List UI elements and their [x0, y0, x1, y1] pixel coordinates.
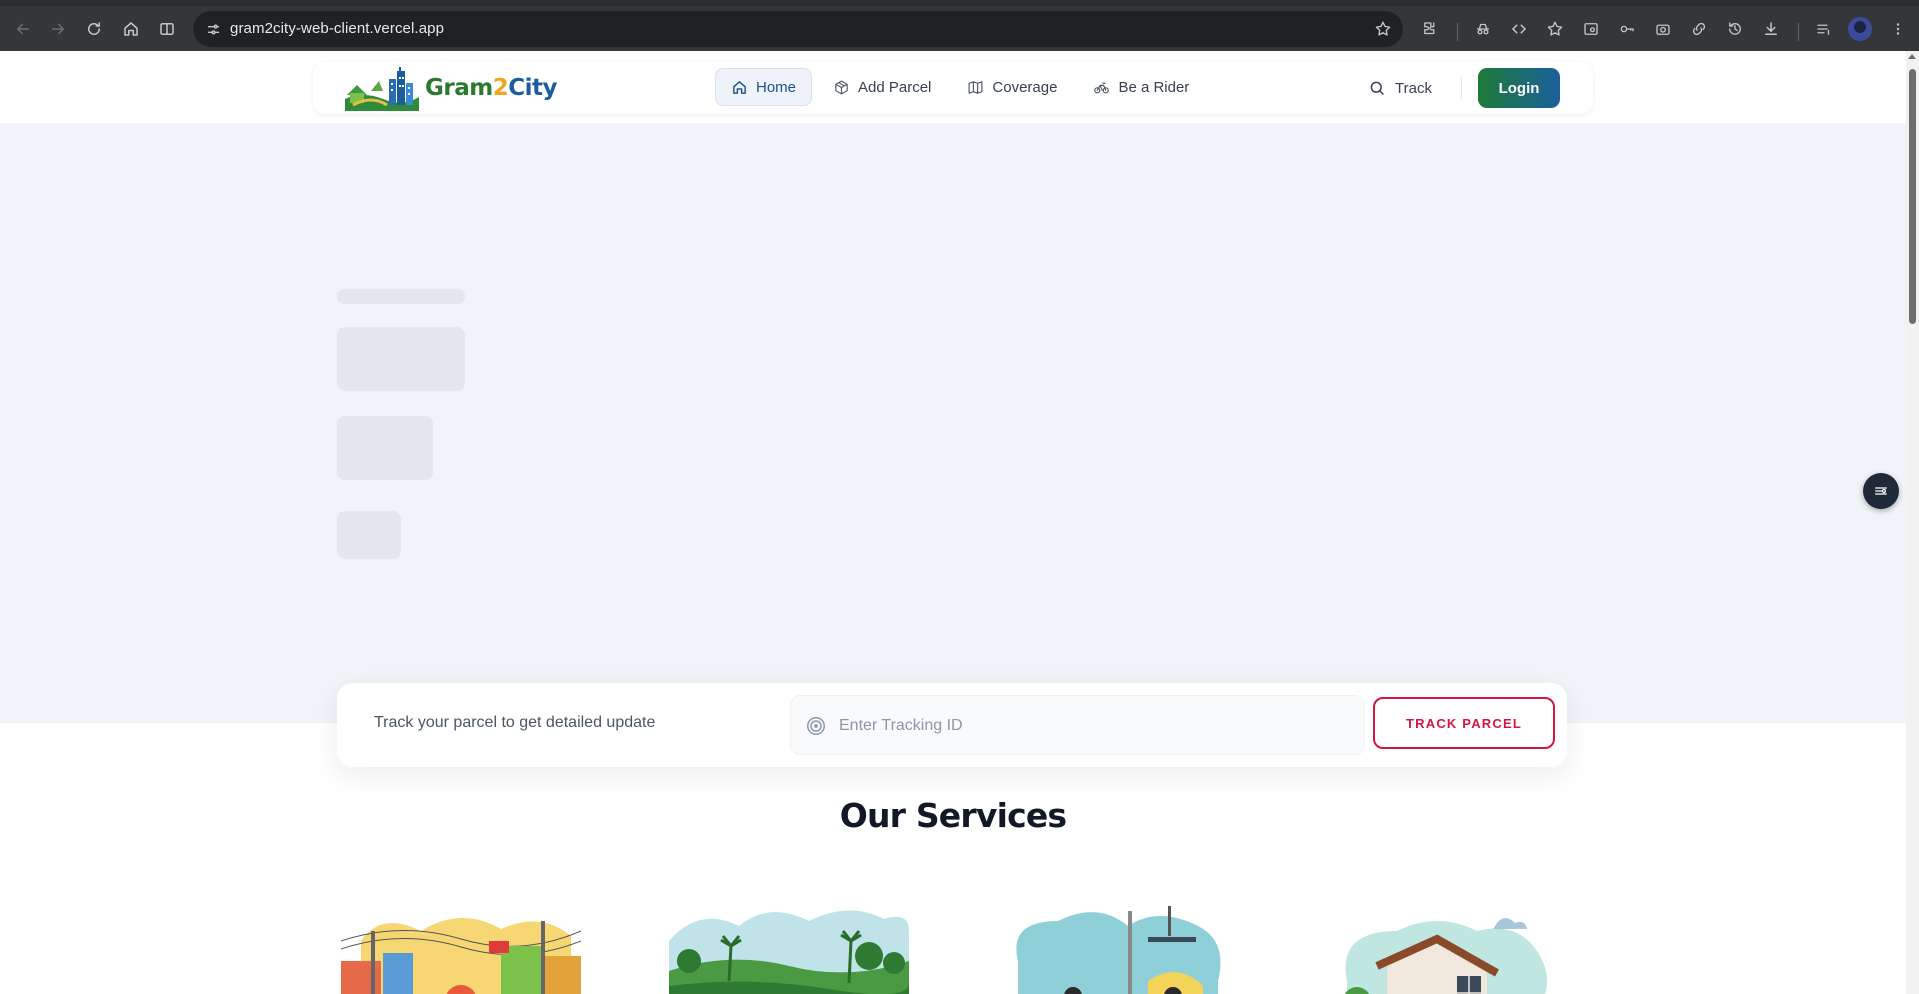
target-icon: [807, 717, 825, 735]
downloads-button[interactable]: [1755, 13, 1786, 44]
extensions-button[interactable]: [1414, 13, 1445, 44]
devtools-button[interactable]: [1503, 13, 1534, 44]
download-icon: [1764, 21, 1777, 35]
back-button[interactable]: [7, 13, 38, 44]
package-icon: [835, 80, 848, 94]
split-view-icon: [159, 22, 174, 35]
reload-button[interactable]: [78, 13, 109, 44]
service-card-image[interactable]: [998, 901, 1238, 994]
page-scrollbar[interactable]: [1906, 51, 1919, 994]
nav-divider: [1461, 77, 1462, 99]
skeleton-block: [337, 416, 433, 480]
service-card-image[interactable]: [341, 901, 581, 994]
nav-home[interactable]: Home: [715, 68, 813, 106]
navbar: Gram2City Home Add Parcel Coverage Be a …: [313, 62, 1593, 114]
puzzle-icon: [1423, 21, 1434, 34]
browser-menu-button[interactable]: [1882, 13, 1913, 44]
track-parcel-button[interactable]: TRACK PARCEL: [1373, 697, 1555, 749]
scrollbar-thumb[interactable]: [1909, 69, 1916, 324]
code-icon: [1511, 24, 1526, 33]
bike-icon: [1094, 82, 1110, 93]
reload-icon: [87, 21, 100, 35]
kebab-menu-icon: [1896, 22, 1899, 35]
spy-icon: [1476, 23, 1489, 35]
history-button[interactable]: [1719, 13, 1750, 44]
search-icon: [1370, 81, 1384, 95]
home-browser-button[interactable]: [115, 13, 146, 44]
forward-button[interactable]: [42, 13, 73, 44]
city-street-illustration: [341, 918, 581, 994]
history-icon: [1728, 21, 1741, 35]
key-icon: [1620, 25, 1634, 32]
track-parcel-card: Track your parcel to get detailed update…: [337, 683, 1567, 767]
service-card-image[interactable]: [669, 901, 909, 994]
nav-coverage[interactable]: Coverage: [952, 68, 1072, 106]
tracking-id-input[interactable]: [839, 710, 1339, 742]
brand-logo[interactable]: Gram2City: [343, 62, 557, 114]
brand-name: Gram2City: [425, 75, 557, 101]
track-nav-label: Track: [1395, 79, 1432, 97]
floating-assistant-button[interactable]: [1863, 473, 1899, 509]
map-icon: [968, 80, 983, 94]
nav-home-label: Home: [756, 78, 797, 96]
skeleton-block: [337, 327, 465, 391]
main-nav: Home Add Parcel Coverage Be a Rider: [715, 68, 1204, 106]
link-icon: [1692, 22, 1705, 35]
house-icon: [123, 21, 138, 36]
split-view-button[interactable]: [151, 13, 182, 44]
village-landscape-illustration: [669, 910, 909, 994]
password-button[interactable]: [1611, 13, 1642, 44]
arrow-left-icon: [16, 23, 29, 34]
search-page-icon: [1583, 22, 1598, 35]
home-icon: [733, 80, 746, 94]
nav-be-a-rider[interactable]: Be a Rider: [1078, 68, 1204, 106]
site-header: Gram2City Home Add Parcel Coverage Be a …: [0, 51, 1906, 123]
scroll-up-arrow-icon[interactable]: [1908, 54, 1916, 59]
track-nav-link[interactable]: Track: [1368, 69, 1432, 107]
bookmark-star-icon[interactable]: [1371, 17, 1395, 41]
services-heading: Our Services: [839, 796, 1067, 835]
profile-avatar[interactable]: [1848, 17, 1872, 41]
track-message: Track your parcel to get detailed update: [374, 714, 656, 731]
hero-skeleton: [0, 123, 1906, 723]
house-illustration: [1344, 918, 1547, 994]
browser-toolbar: gram2city-web-client.vercel.app: [0, 6, 1919, 51]
nav-be-a-rider-label: Be a Rider: [1118, 78, 1190, 96]
arrow-right-icon: [51, 23, 64, 34]
office-workers-illustration: [1016, 906, 1221, 994]
login-button[interactable]: Login: [1478, 68, 1560, 108]
skeleton-line: [337, 289, 465, 304]
playlist-icon: [1816, 24, 1829, 35]
nav-add-parcel[interactable]: Add Parcel: [818, 68, 946, 106]
village-city-logo-icon: [345, 67, 419, 111]
nav-coverage-label: Coverage: [992, 78, 1058, 96]
site-info-icon[interactable]: [203, 19, 223, 39]
screenshot-button[interactable]: [1647, 13, 1678, 44]
address-bar[interactable]: gram2city-web-client.vercel.app: [193, 11, 1403, 47]
skeleton-block: [337, 511, 401, 559]
page-viewport: Gram2City Home Add Parcel Coverage Be a …: [0, 51, 1906, 994]
tab-search-button[interactable]: [1808, 13, 1839, 44]
toolbar-separator: [1798, 23, 1799, 41]
camera-icon: [1655, 24, 1670, 35]
copy-link-button[interactable]: [1683, 13, 1714, 44]
service-card-image[interactable]: [1327, 901, 1567, 994]
star-outline-icon: [1547, 21, 1562, 36]
reading-list-button[interactable]: [1575, 13, 1606, 44]
favorites-button[interactable]: [1539, 13, 1570, 44]
incognito-button[interactable]: [1467, 13, 1498, 44]
tracking-field[interactable]: [790, 695, 1365, 755]
url-text[interactable]: gram2city-web-client.vercel.app: [230, 20, 444, 37]
toolbar-separator: [1457, 23, 1458, 41]
nav-add-parcel-label: Add Parcel: [858, 78, 932, 96]
sliders-icon: [1875, 487, 1887, 495]
